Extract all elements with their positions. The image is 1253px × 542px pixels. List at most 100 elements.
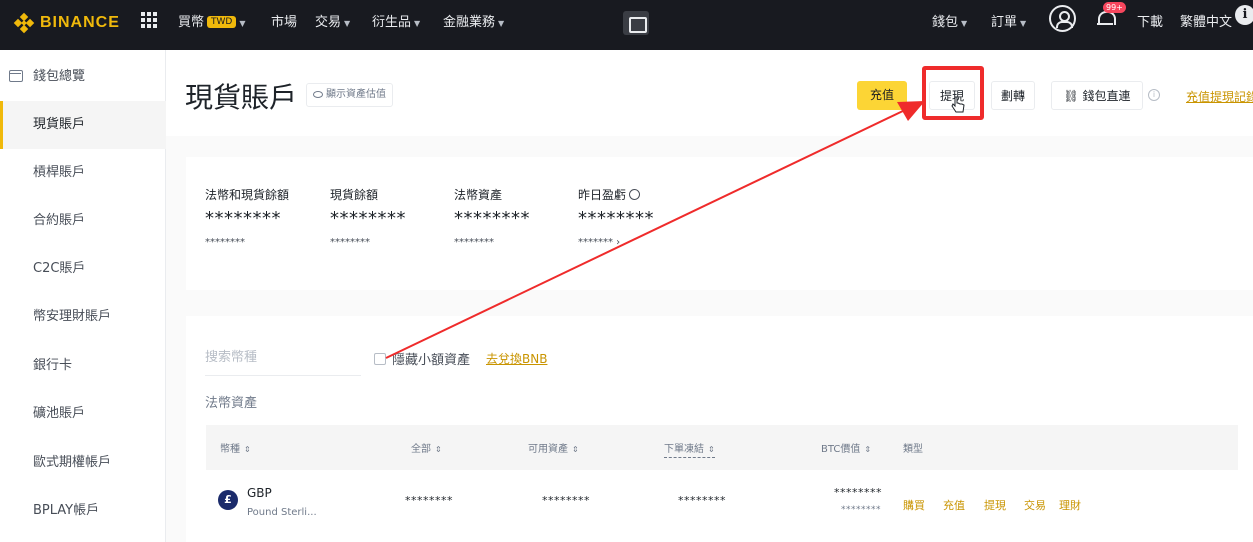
deposit-withdraw-history-link[interactable]: 充值提現記錄 [1186, 88, 1253, 105]
cell-btc-value-sub: ******** [841, 505, 881, 515]
chevron-down-icon: ▼ [498, 19, 505, 28]
convert-to-bnb-link[interactable]: 去兌換BNB [486, 350, 547, 367]
sidebar-item-c2c-account[interactable]: C2C賬戶 [0, 245, 166, 293]
language-selector[interactable]: 繁體中文 [1180, 11, 1232, 30]
sidebar-item-wallet-overview[interactable]: 錢包總覽 [0, 53, 166, 101]
balance-value: ******** [578, 208, 654, 229]
column-header-available[interactable]: 可用資產 ⇕ [528, 440, 579, 455]
balance-spot: 現貨餘額 ******** ******** [330, 186, 450, 248]
currency-badge: TWD [207, 16, 237, 28]
coin-name: Pound Sterli... [247, 507, 317, 518]
column-header-btc-value[interactable]: BTC價值 ⇕ [821, 440, 871, 455]
nav-finance[interactable]: 金融業務 ▼ [443, 11, 504, 30]
eye-icon [313, 91, 323, 98]
column-label: 下單凍結 [664, 444, 704, 455]
show-assets-label: 顯示資產估值 [326, 89, 386, 100]
sidebar-item-futures-account[interactable]: 合約賬戶 [0, 197, 166, 245]
transfer-button[interactable]: 劃轉 [991, 81, 1035, 110]
nav-orders[interactable]: 訂單 ▼ [991, 11, 1026, 30]
wallet-icon [9, 70, 23, 82]
balance-yesterday-pnl: 昨日盈虧 ******** ******* › [578, 186, 698, 248]
column-header-total[interactable]: 全部 ⇕ [411, 440, 442, 455]
balance-sub-value: ******** [454, 237, 494, 248]
gbp-coin-icon: £ [218, 490, 238, 510]
sidebar-item-margin-account[interactable]: 槓桿賬戶 [0, 149, 166, 197]
cell-in-order: ******** [678, 494, 726, 507]
hide-small-checkbox[interactable] [374, 353, 386, 365]
column-header-type: 類型 [903, 444, 923, 455]
balance-value: ******** [454, 208, 530, 229]
balance-value: ******** [330, 208, 406, 229]
balance-fiat-and-spot: 法幣和現貨餘額 ******** ******** [205, 186, 325, 248]
show-asset-valuation-button[interactable]: 顯示資產估值 [306, 83, 393, 107]
pnl-details-link[interactable]: ******* › [578, 237, 698, 248]
nav-buy-crypto[interactable]: 買幣 TWD ▼ [178, 11, 246, 30]
balance-label: 法幣和現貨餘額 [205, 188, 290, 202]
cell-available: ******** [542, 494, 590, 507]
nav-orders-label: 訂單 [991, 15, 1018, 30]
action-earn-link[interactable]: 理財 [1059, 497, 1081, 513]
cell-btc-value: ******** [834, 486, 882, 499]
sidebar-item-label: 錢包總覽 [33, 69, 86, 84]
nav-trade[interactable]: 交易 ▼ [315, 11, 350, 30]
assets-table-header [206, 425, 1238, 470]
coin-search-input[interactable] [205, 340, 361, 376]
cell-total: ******** [405, 494, 453, 507]
sidebar: 錢包總覽 現貨賬戶 槓桿賬戶 合約賬戶 C2C賬戶 幣安理財賬戶 銀行卡 礦池賬… [0, 50, 166, 542]
link-icon: ⛓ [1063, 89, 1083, 103]
top-navbar: BINANCE 買幣 TWD ▼ 市場 交易 ▼ 衍生品 ▼ 金融業務 ▼ 錢包 ▼ 訂單 ▼… [0, 0, 1253, 50]
column-label: BTC價值 [821, 444, 861, 455]
info-icon[interactable]: i [1235, 5, 1253, 25]
action-withdraw-link[interactable]: 提現 [984, 497, 1006, 513]
hand-cursor-icon [951, 96, 965, 113]
sidebar-item-options-account[interactable]: 歐式期權帳戶 [0, 439, 166, 487]
column-header-in-order[interactable]: 下單凍結 ⇕ [664, 440, 715, 458]
sort-icon: ⇕ [864, 445, 872, 454]
nav-buy-crypto-label: 買幣 [178, 15, 205, 30]
binance-logo-icon [13, 12, 35, 34]
column-header-coin[interactable]: 幣種 ⇕ [220, 440, 251, 455]
sort-icon: ⇕ [244, 445, 251, 454]
wallet-connect-button[interactable]: ⛓ 錢包直連 [1051, 81, 1143, 110]
binance-logo[interactable]: BINANCE [13, 12, 120, 34]
nav-derivatives-label: 衍生品 [372, 15, 412, 30]
fiat-assets-heading: 法幣資產 [205, 396, 258, 411]
chevron-down-icon: ▼ [344, 19, 351, 28]
wallet-connect-label: 錢包直連 [1082, 89, 1131, 103]
sidebar-item-bank-card[interactable]: 銀行卡 [0, 342, 166, 390]
screen-share-icon[interactable] [623, 11, 649, 35]
notification-badge: 99+ [1103, 2, 1126, 13]
deposit-button[interactable]: 充值 [857, 81, 907, 110]
hide-small-label: 隱藏小額資產 [392, 353, 471, 368]
nav-download[interactable]: 下載 [1137, 11, 1163, 30]
sort-icon: ⇕ [708, 445, 715, 454]
hide-small-balances-toggle[interactable]: 隱藏小額資產 [374, 349, 470, 368]
sort-icon: ⇕ [572, 445, 579, 454]
chevron-down-icon: ▼ [1020, 19, 1027, 28]
column-label: 可用資產 [528, 444, 568, 455]
action-deposit-link[interactable]: 充值 [943, 497, 965, 513]
clock-icon[interactable] [629, 189, 641, 200]
nav-derivatives[interactable]: 衍生品 ▼ [372, 11, 420, 30]
info-icon[interactable]: i [1148, 89, 1160, 101]
sort-icon: ⇕ [435, 445, 442, 454]
brand-name: BINANCE [40, 14, 120, 31]
sidebar-item-pool-account[interactable]: 礦池賬戶 [0, 390, 166, 438]
column-label: 幣種 [220, 444, 240, 455]
apps-grid-icon[interactable] [141, 12, 157, 28]
page-title: 現貨賬戶 [185, 81, 298, 114]
sidebar-item-earn-account[interactable]: 幣安理財賬戶 [0, 293, 166, 341]
nav-wallet-label: 錢包 [932, 15, 959, 30]
sidebar-item-spot-account[interactable]: 現貨賬戶 [0, 101, 166, 149]
chevron-down-icon: ▼ [414, 19, 421, 28]
action-trade-link[interactable]: 交易 [1024, 497, 1046, 513]
balance-value: ******** [205, 208, 281, 229]
nav-wallet[interactable]: 錢包 ▼ [932, 11, 967, 30]
nav-markets[interactable]: 市場 [271, 11, 297, 30]
balance-sub-value: ******** [330, 237, 370, 248]
nav-finance-label: 金融業務 [443, 15, 496, 30]
sidebar-item-bplay-account[interactable]: BPLAY帳戶 [0, 487, 166, 535]
user-avatar-icon[interactable] [1049, 5, 1076, 32]
balance-fiat: 法幣資產 ******** ******** [454, 186, 574, 248]
action-buy-link[interactable]: 購買 [903, 497, 925, 513]
